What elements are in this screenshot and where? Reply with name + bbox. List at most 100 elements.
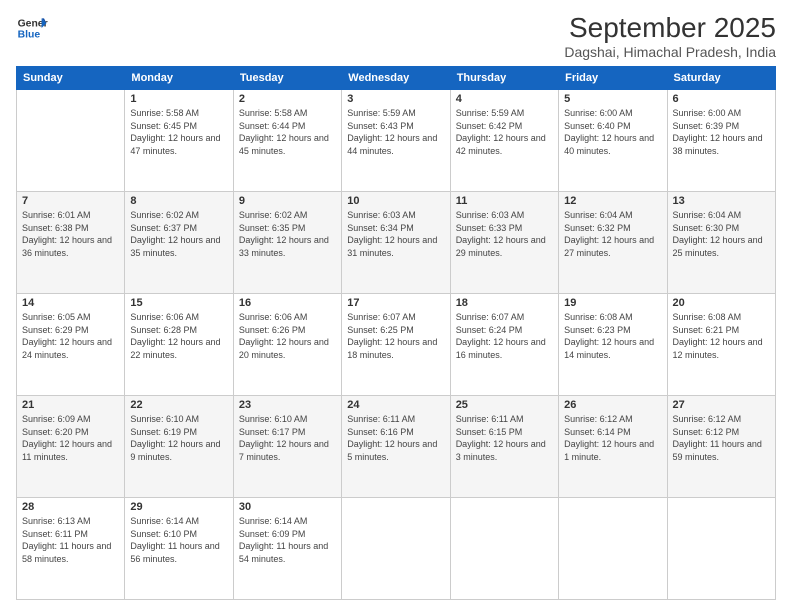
calendar-cell: 16 Sunrise: 6:06 AMSunset: 6:26 PMDayligh… xyxy=(233,294,341,396)
day-number: 12 xyxy=(564,195,661,207)
calendar-cell: 29 Sunrise: 6:14 AMSunset: 6:10 PMDayligh… xyxy=(125,498,233,600)
day-info: Sunrise: 6:01 AMSunset: 6:38 PMDaylight:… xyxy=(22,209,119,259)
day-info: Sunrise: 6:11 AMSunset: 6:15 PMDaylight:… xyxy=(456,413,553,463)
calendar-cell: 1Sunrise: 5:58 AMSunset: 6:45 PMDaylight… xyxy=(125,90,233,192)
day-number: 17 xyxy=(347,297,444,309)
day-number: 30 xyxy=(239,501,336,513)
day-number: 5 xyxy=(564,93,661,105)
subtitle: Dagshai, Himachal Pradesh, India xyxy=(564,44,776,60)
calendar-cell: 24 Sunrise: 6:11 AMSunset: 6:16 PMDayligh… xyxy=(342,396,450,498)
calendar-cell: 25 Sunrise: 6:11 AMSunset: 6:15 PMDayligh… xyxy=(450,396,558,498)
calendar-cell xyxy=(559,498,667,600)
calendar-cell: 6 Sunrise: 6:00 AMSunset: 6:39 PMDaylight… xyxy=(667,90,775,192)
day-number: 16 xyxy=(239,297,336,309)
calendar-cell: 10 Sunrise: 6:03 AMSunset: 6:34 PMDayligh… xyxy=(342,192,450,294)
day-number: 23 xyxy=(239,399,336,411)
day-number: 24 xyxy=(347,399,444,411)
day-number: 3 xyxy=(347,93,444,105)
day-info: Sunrise: 5:59 AMSunset: 6:43 PMDaylight:… xyxy=(347,107,444,157)
calendar-cell: 18 Sunrise: 6:07 AMSunset: 6:24 PMDayligh… xyxy=(450,294,558,396)
calendar-cell: 2Sunrise: 5:58 AMSunset: 6:44 PMDaylight… xyxy=(233,90,341,192)
day-number: 25 xyxy=(456,399,553,411)
day-info: Sunrise: 6:02 AMSunset: 6:35 PMDaylight:… xyxy=(239,209,336,259)
day-number: 27 xyxy=(673,399,770,411)
day-info: Sunrise: 6:02 AMSunset: 6:37 PMDaylight:… xyxy=(130,209,227,259)
day-number: 29 xyxy=(130,501,227,513)
day-info: Sunrise: 6:09 AMSunset: 6:20 PMDaylight:… xyxy=(22,413,119,463)
calendar-cell: 20 Sunrise: 6:08 AMSunset: 6:21 PMDayligh… xyxy=(667,294,775,396)
day-number: 20 xyxy=(673,297,770,309)
day-number: 7 xyxy=(22,195,119,207)
day-info: Sunrise: 6:06 AMSunset: 6:26 PMDaylight:… xyxy=(239,311,336,361)
col-saturday: Saturday xyxy=(667,67,775,90)
day-number: 10 xyxy=(347,195,444,207)
calendar-cell: 14 Sunrise: 6:05 AMSunset: 6:29 PMDayligh… xyxy=(17,294,125,396)
calendar-week-2: 7 Sunrise: 6:01 AMSunset: 6:38 PMDaylight… xyxy=(17,192,776,294)
calendar-cell: 11 Sunrise: 6:03 AMSunset: 6:33 PMDayligh… xyxy=(450,192,558,294)
calendar-cell xyxy=(667,498,775,600)
day-number: 11 xyxy=(456,195,553,207)
col-wednesday: Wednesday xyxy=(342,67,450,90)
calendar-cell: 22Sunrise: 6:10 AMSunset: 6:19 PMDayligh… xyxy=(125,396,233,498)
day-info: Sunrise: 6:13 AMSunset: 6:11 PMDaylight:… xyxy=(22,515,119,565)
title-block: September 2025 Dagshai, Himachal Pradesh… xyxy=(564,12,776,60)
day-number: 8 xyxy=(130,195,227,207)
day-info: Sunrise: 6:00 AMSunset: 6:40 PMDaylight:… xyxy=(564,107,661,157)
day-info: Sunrise: 6:07 AMSunset: 6:24 PMDaylight:… xyxy=(456,311,553,361)
calendar-cell: 13Sunrise: 6:04 AMSunset: 6:30 PMDayligh… xyxy=(667,192,775,294)
day-number: 9 xyxy=(239,195,336,207)
calendar-week-5: 28 Sunrise: 6:13 AMSunset: 6:11 PMDayligh… xyxy=(17,498,776,600)
day-info: Sunrise: 6:14 AMSunset: 6:09 PMDaylight:… xyxy=(239,515,336,565)
day-info: Sunrise: 6:05 AMSunset: 6:29 PMDaylight:… xyxy=(22,311,119,361)
calendar-cell: 12 Sunrise: 6:04 AMSunset: 6:32 PMDayligh… xyxy=(559,192,667,294)
day-number: 4 xyxy=(456,93,553,105)
calendar-cell: 5 Sunrise: 6:00 AMSunset: 6:40 PMDaylight… xyxy=(559,90,667,192)
calendar-week-1: 1Sunrise: 5:58 AMSunset: 6:45 PMDaylight… xyxy=(17,90,776,192)
day-number: 18 xyxy=(456,297,553,309)
day-number: 14 xyxy=(22,297,119,309)
day-info: Sunrise: 6:07 AMSunset: 6:25 PMDaylight:… xyxy=(347,311,444,361)
col-thursday: Thursday xyxy=(450,67,558,90)
calendar-cell: 27 Sunrise: 6:12 AMSunset: 6:12 PMDayligh… xyxy=(667,396,775,498)
calendar-cell: 4Sunrise: 5:59 AMSunset: 6:42 PMDaylight… xyxy=(450,90,558,192)
day-number: 21 xyxy=(22,399,119,411)
day-number: 6 xyxy=(673,93,770,105)
col-friday: Friday xyxy=(559,67,667,90)
calendar-cell: 23 Sunrise: 6:10 AMSunset: 6:17 PMDayligh… xyxy=(233,396,341,498)
svg-text:Blue: Blue xyxy=(18,30,41,41)
calendar-cell: 7 Sunrise: 6:01 AMSunset: 6:38 PMDaylight… xyxy=(17,192,125,294)
header: General Blue September 2025 Dagshai, Him… xyxy=(16,12,776,60)
day-number: 1 xyxy=(130,93,227,105)
day-number: 15 xyxy=(130,297,227,309)
day-info: Sunrise: 6:10 AMSunset: 6:19 PMDaylight:… xyxy=(130,413,227,463)
day-number: 26 xyxy=(564,399,661,411)
calendar-cell: 9 Sunrise: 6:02 AMSunset: 6:35 PMDaylight… xyxy=(233,192,341,294)
day-info: Sunrise: 6:03 AMSunset: 6:34 PMDaylight:… xyxy=(347,209,444,259)
calendar-cell: 28 Sunrise: 6:13 AMSunset: 6:11 PMDayligh… xyxy=(17,498,125,600)
logo: General Blue xyxy=(16,12,48,44)
day-number: 19 xyxy=(564,297,661,309)
day-number: 28 xyxy=(22,501,119,513)
calendar-cell: 26Sunrise: 6:12 AMSunset: 6:14 PMDayligh… xyxy=(559,396,667,498)
day-info: Sunrise: 6:12 AMSunset: 6:12 PMDaylight:… xyxy=(673,413,770,463)
calendar-week-3: 14 Sunrise: 6:05 AMSunset: 6:29 PMDayligh… xyxy=(17,294,776,396)
calendar-week-4: 21 Sunrise: 6:09 AMSunset: 6:20 PMDayligh… xyxy=(17,396,776,498)
calendar-cell: 17 Sunrise: 6:07 AMSunset: 6:25 PMDayligh… xyxy=(342,294,450,396)
calendar-cell: 3 Sunrise: 5:59 AMSunset: 6:43 PMDaylight… xyxy=(342,90,450,192)
day-info: Sunrise: 6:03 AMSunset: 6:33 PMDaylight:… xyxy=(456,209,553,259)
day-info: Sunrise: 6:06 AMSunset: 6:28 PMDaylight:… xyxy=(130,311,227,361)
day-number: 13 xyxy=(673,195,770,207)
day-info: Sunrise: 6:04 AMSunset: 6:32 PMDaylight:… xyxy=(564,209,661,259)
calendar-table: Sunday Monday Tuesday Wednesday Thursday… xyxy=(16,66,776,600)
main-title: September 2025 xyxy=(564,12,776,44)
day-info: Sunrise: 6:08 AMSunset: 6:21 PMDaylight:… xyxy=(673,311,770,361)
day-info: Sunrise: 6:10 AMSunset: 6:17 PMDaylight:… xyxy=(239,413,336,463)
page: General Blue September 2025 Dagshai, Him… xyxy=(0,0,792,612)
calendar-header-row: Sunday Monday Tuesday Wednesday Thursday… xyxy=(17,67,776,90)
calendar-cell: 21 Sunrise: 6:09 AMSunset: 6:20 PMDayligh… xyxy=(17,396,125,498)
day-info: Sunrise: 6:14 AMSunset: 6:10 PMDaylight:… xyxy=(130,515,227,565)
calendar-cell: 30 Sunrise: 6:14 AMSunset: 6:09 PMDayligh… xyxy=(233,498,341,600)
col-monday: Monday xyxy=(125,67,233,90)
day-info: Sunrise: 6:00 AMSunset: 6:39 PMDaylight:… xyxy=(673,107,770,157)
day-info: Sunrise: 6:11 AMSunset: 6:16 PMDaylight:… xyxy=(347,413,444,463)
